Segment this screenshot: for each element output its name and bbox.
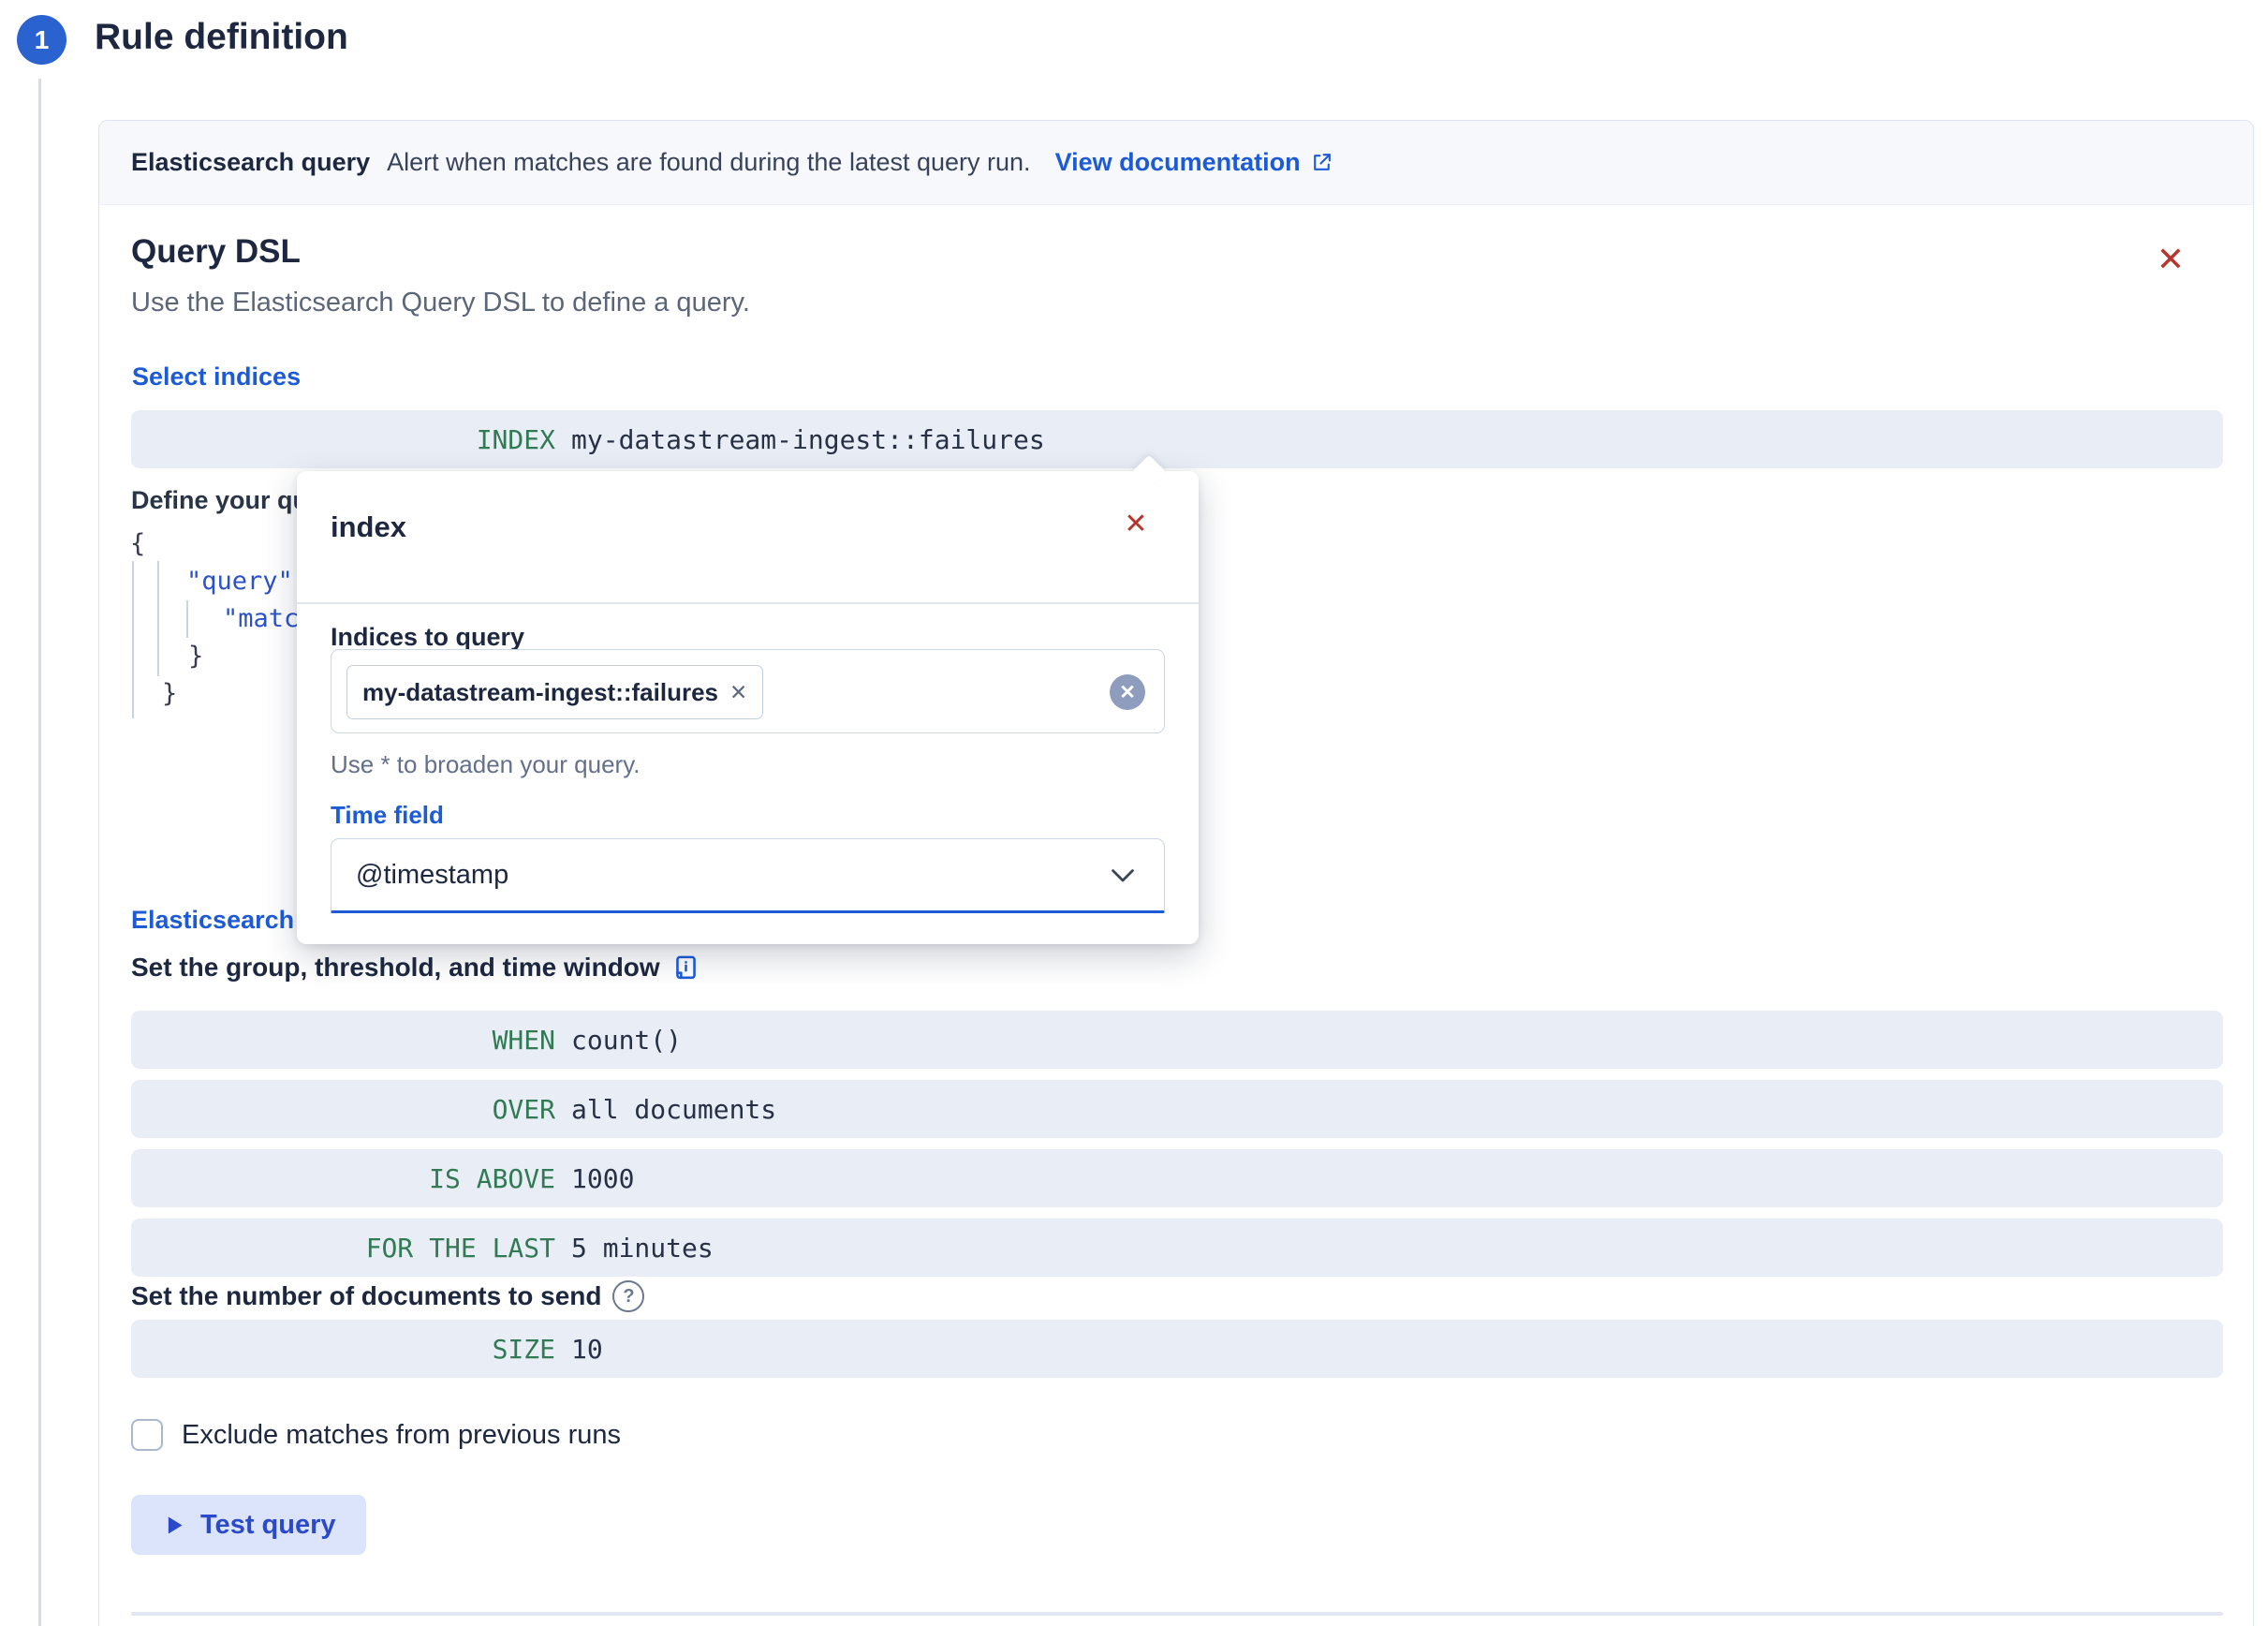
exclude-matches-label: Exclude matches from previous runs [182, 1420, 621, 1451]
threshold-keyword: IS ABOVE [131, 1163, 555, 1194]
threshold-expression-button[interactable]: IS ABOVE 1000 [131, 1149, 2223, 1207]
when-value: count() [571, 1025, 682, 1056]
rule-create-page: 1 Rule definition Elasticsearch query Al… [0, 0, 2268, 1626]
rule-type-name: Elasticsearch query [131, 148, 370, 177]
indices-to-query-label: Indices to query [331, 623, 524, 652]
time-window-expression-button[interactable]: FOR THE LAST 5 minutes [131, 1219, 2223, 1277]
over-expression-button[interactable]: OVER all documents [131, 1080, 2223, 1138]
test-query-label: Test query [200, 1510, 336, 1541]
step-number: 1 [35, 25, 50, 55]
test-query-button[interactable]: Test query [131, 1495, 366, 1555]
view-documentation-link[interactable]: View documentation [1055, 148, 1333, 177]
size-section-text: Set the number of documents to send [131, 1281, 601, 1311]
index-expression-value: my-datastream-ingest::failures [571, 424, 1045, 455]
step-connector-line [38, 79, 41, 1626]
rule-type-banner: Elasticsearch query Alert when matches a… [99, 121, 2253, 205]
index-chip[interactable]: my-datastream-ingest::failures ✕ [346, 665, 763, 719]
size-value: 10 [571, 1334, 603, 1365]
rule-type-description: Alert when matches are found during the … [387, 148, 1030, 177]
over-keyword: OVER [131, 1094, 555, 1125]
popover-title-divider [297, 602, 1199, 604]
index-expression-keyword: INDEX [131, 424, 555, 455]
combobox-clear-button[interactable]: ✕ [1110, 674, 1145, 710]
code-line: } [188, 642, 203, 671]
view-documentation-label: View documentation [1055, 148, 1301, 177]
time-window-keyword: FOR THE LAST [131, 1233, 555, 1264]
indent-guide [186, 600, 188, 638]
close-icon: ✕ [1124, 509, 1147, 540]
popover-close-button[interactable]: ✕ [1112, 499, 1160, 548]
indices-combobox[interactable]: my-datastream-ingest::failures ✕ ✕ [331, 649, 1165, 733]
play-icon [161, 1513, 186, 1538]
threshold-section-text: Set the group, threshold, and time windo… [131, 953, 660, 983]
index-chip-label: my-datastream-ingest::failures [362, 678, 718, 707]
when-expression-button[interactable]: WHEN count() [131, 1011, 2223, 1069]
page-title: Rule definition [95, 17, 348, 58]
query-dsl-subtitle: Use the Elasticsearch Query DSL to defin… [131, 288, 750, 318]
time-field-label: Time field [331, 801, 444, 830]
index-popover: index ✕ Indices to query my-datastream-i… [297, 471, 1199, 944]
code-line: "query": [186, 567, 308, 596]
time-window-value: 5 minutes [571, 1233, 714, 1264]
select-indices-link[interactable]: Select indices [132, 362, 301, 392]
exclude-matches-checkbox[interactable] [131, 1419, 163, 1451]
documentation-icon[interactable] [671, 953, 700, 983]
time-field-value: @timestamp [356, 860, 508, 891]
size-section-label: Set the number of documents to send ? [131, 1280, 644, 1312]
when-keyword: WHEN [131, 1025, 555, 1056]
combobox-helper-text: Use * to broaden your query. [331, 750, 640, 779]
threshold-section-label: Set the group, threshold, and time windo… [131, 953, 700, 983]
indent-guide [132, 561, 134, 718]
close-query-dsl-button[interactable]: ✕ [2145, 234, 2196, 285]
chevron-down-icon [1106, 858, 1140, 892]
external-link-icon [1310, 151, 1333, 174]
step-number-badge: 1 [17, 15, 66, 65]
threshold-value: 1000 [571, 1163, 634, 1194]
code-line: { [130, 529, 145, 558]
code-line: } [162, 679, 177, 708]
index-expression-button[interactable]: INDEX my-datastream-ingest::failures [131, 410, 2223, 468]
help-icon[interactable]: ? [612, 1280, 644, 1312]
exclude-matches-row[interactable]: Exclude matches from previous runs [131, 1419, 621, 1451]
indent-guide [157, 561, 159, 676]
over-value: all documents [571, 1094, 776, 1125]
time-field-select[interactable]: @timestamp [331, 838, 1165, 913]
chip-remove-icon[interactable]: ✕ [729, 680, 747, 705]
popover-title: index [331, 510, 406, 544]
close-icon: ✕ [2157, 240, 2185, 278]
size-expression-button[interactable]: SIZE 10 [131, 1320, 2223, 1378]
size-keyword: SIZE [131, 1334, 555, 1365]
clear-icon: ✕ [1119, 681, 1136, 704]
es-query-dsl-doc-link[interactable]: Elasticsearch Q [131, 906, 321, 935]
query-dsl-title: Query DSL [131, 233, 301, 271]
section-divider [131, 1612, 2223, 1616]
